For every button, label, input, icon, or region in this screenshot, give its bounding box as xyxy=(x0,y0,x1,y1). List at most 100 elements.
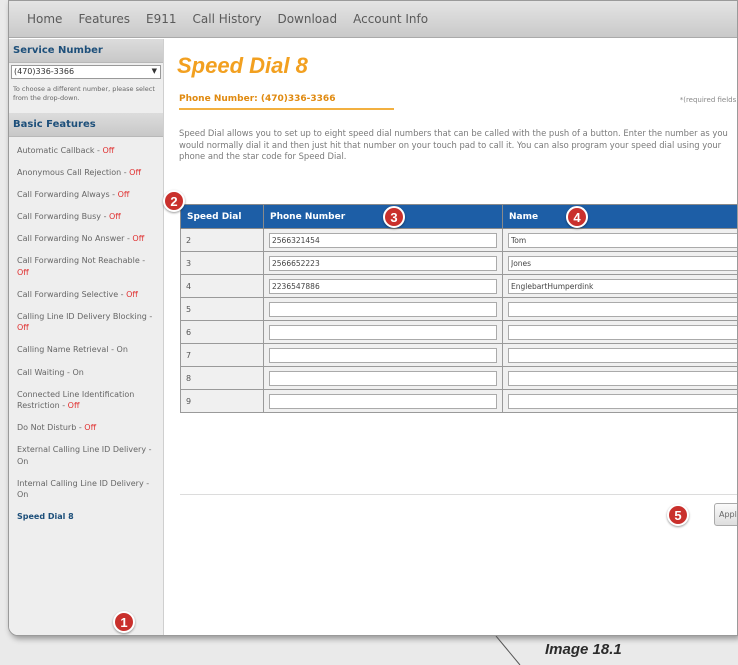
feature-label: Internal Calling Line ID Delivery - xyxy=(17,478,150,488)
speed-dial-number: 3 xyxy=(180,251,264,275)
feature-label: Anonymous Call Rejection - xyxy=(17,167,130,177)
feature-state: Off xyxy=(129,167,141,177)
phone-number-input[interactable] xyxy=(269,347,497,363)
service-number-note: To choose a different number, please sel… xyxy=(13,85,155,102)
nav-home[interactable]: Home xyxy=(27,12,62,26)
speed-dial-number: 8 xyxy=(180,366,264,390)
feature-state: On xyxy=(72,367,84,377)
feature-label: External Calling Line ID Delivery - xyxy=(17,445,152,455)
sidebar-item-calling-name-retrieval[interactable]: Calling Name Retrieval - On xyxy=(17,344,155,355)
sidebar-item-calling-line-id-delivery-blocking[interactable]: Calling Line ID Delivery Blocking - Off xyxy=(17,311,155,333)
app-window: Home Features E911 Call History Download… xyxy=(8,0,738,636)
name-input[interactable] xyxy=(508,347,737,363)
sidebar-item-speed-dial-8[interactable]: Speed Dial 8 xyxy=(17,511,155,522)
nav-features[interactable]: Features xyxy=(78,12,130,26)
feature-label: Automatic Callback - xyxy=(17,145,103,155)
table-row: 7 xyxy=(180,343,737,367)
feature-state: Off xyxy=(84,423,97,433)
sidebar-item-call-forwarding-no-answer[interactable]: Call Forwarding No Answer - Off xyxy=(17,233,155,244)
callout-badge-3: 3 xyxy=(383,206,405,228)
speed-dial-number: 7 xyxy=(180,343,264,367)
service-number-value: (470)336-3366 xyxy=(14,67,75,76)
sidebar-item-do-not-disturb[interactable]: Do Not Disturb - Off xyxy=(17,422,155,433)
basic-features-header: Basic Features xyxy=(9,112,163,137)
phone-number-input[interactable] xyxy=(269,324,497,340)
nav-account-info[interactable]: Account Info xyxy=(353,12,428,26)
phone-number-label: Phone Number: (470)336-3366 xyxy=(179,94,336,104)
form-divider xyxy=(180,494,737,495)
feature-state: Off xyxy=(17,323,29,333)
sidebar-item-call-forwarding-selective[interactable]: Call Forwarding Selective - Off xyxy=(17,289,155,300)
name-input[interactable] xyxy=(508,232,737,248)
phone-number-input[interactable] xyxy=(269,393,497,409)
speed-dial-number: 5 xyxy=(180,297,264,321)
feature-state: Off xyxy=(102,145,115,155)
table-row: 9 xyxy=(180,389,737,413)
service-number-header: Service Number xyxy=(9,39,163,63)
phone-number-input[interactable] xyxy=(269,370,497,386)
phone-number-input[interactable] xyxy=(269,255,497,271)
feature-label: Speed Dial 8 xyxy=(17,512,74,522)
nav-call-history[interactable]: Call History xyxy=(193,12,262,26)
title-divider xyxy=(179,108,394,110)
feature-state: Off xyxy=(67,400,80,410)
main-content: Speed Dial 8 Phone Number: (470)336-3366… xyxy=(174,39,738,635)
feature-label: Call Forwarding No Answer - xyxy=(17,234,133,244)
feature-state: Off xyxy=(126,289,138,299)
name-input[interactable] xyxy=(508,370,737,386)
sidebar-item-internal-calling-line-id-delivery[interactable]: Internal Calling Line ID Delivery - On xyxy=(17,478,155,500)
name-input[interactable] xyxy=(508,301,737,317)
image-caption: Image 18.1 xyxy=(545,641,622,658)
feature-label: Calling Line ID Delivery Blocking - xyxy=(17,312,153,322)
callout-badge-2: 2 xyxy=(163,190,185,212)
sidebar-item-call-forwarding-not-reachable[interactable]: Call Forwarding Not Reachable - Off xyxy=(17,255,155,277)
feature-list: Automatic Callback - Off Anonymous Call … xyxy=(9,137,163,523)
name-input[interactable] xyxy=(508,393,737,409)
table-header-row: Speed Dial Phone Number Name xyxy=(180,204,737,229)
phone-number-input[interactable] xyxy=(269,232,497,248)
speed-dial-table: Speed Dial Phone Number Name 2 3 4 xyxy=(180,204,737,413)
description-text: Speed Dial allows you to set up to eight… xyxy=(179,128,728,162)
speed-dial-number: 6 xyxy=(180,320,264,344)
sidebar-item-automatic-callback[interactable]: Automatic Callback - Off xyxy=(17,145,155,156)
sidebar-item-call-waiting[interactable]: Call Waiting - On xyxy=(17,367,155,378)
name-input[interactable] xyxy=(508,255,737,271)
nav-e911[interactable]: E911 xyxy=(146,12,177,26)
sidebar-item-call-forwarding-always[interactable]: Call Forwarding Always - Off xyxy=(17,189,155,200)
speed-dial-number: 9 xyxy=(180,389,264,413)
name-input[interactable] xyxy=(508,324,737,340)
sidebar-item-connected-line-identification-restriction[interactable]: Connected Line Identification Restrictio… xyxy=(17,389,155,411)
callout-badge-1: 1 xyxy=(113,611,135,633)
sidebar: Service Number (470)336-3366 ▼ To choose… xyxy=(9,39,164,635)
table-row: 3 xyxy=(180,251,737,275)
service-number-select[interactable]: (470)336-3366 ▼ xyxy=(11,65,161,79)
column-header-speed-dial: Speed Dial xyxy=(180,204,264,229)
phone-number-input[interactable] xyxy=(269,301,497,317)
speed-dial-number: 2 xyxy=(180,228,264,252)
callout-badge-5: 5 xyxy=(667,504,689,526)
feature-label: Calling Name Retrieval - xyxy=(17,345,117,355)
feature-state: On xyxy=(116,345,128,355)
sidebar-item-anonymous-call-rejection[interactable]: Anonymous Call Rejection - Off xyxy=(17,167,155,178)
required-fields-note: *(required fields) xyxy=(679,96,738,104)
nav-download[interactable]: Download xyxy=(277,12,337,26)
speed-dial-number: 4 xyxy=(180,274,264,298)
feature-state: On xyxy=(17,456,29,466)
sidebar-item-call-forwarding-busy[interactable]: Call Forwarding Busy - Off xyxy=(17,211,155,222)
apply-button[interactable]: Apply xyxy=(714,503,737,526)
phone-number-input[interactable] xyxy=(269,278,497,294)
feature-label: Call Forwarding Selective - xyxy=(17,289,127,299)
sidebar-item-external-calling-line-id-delivery[interactable]: External Calling Line ID Delivery - On xyxy=(17,444,155,466)
feature-state: Off xyxy=(117,189,130,199)
feature-label: Do Not Disturb - xyxy=(17,423,85,433)
name-input[interactable] xyxy=(508,278,737,294)
chevron-down-icon: ▼ xyxy=(151,67,157,75)
table-row: 2 xyxy=(180,228,737,252)
feature-label: Call Waiting - xyxy=(17,367,73,377)
table-row: 4 xyxy=(180,274,737,298)
table-row: 6 xyxy=(180,320,737,344)
feature-label: Call Forwarding Busy - xyxy=(17,212,109,222)
top-navigation: Home Features E911 Call History Download… xyxy=(9,1,737,38)
column-header-name: Name xyxy=(502,204,737,229)
table-row: 5 xyxy=(180,297,737,321)
